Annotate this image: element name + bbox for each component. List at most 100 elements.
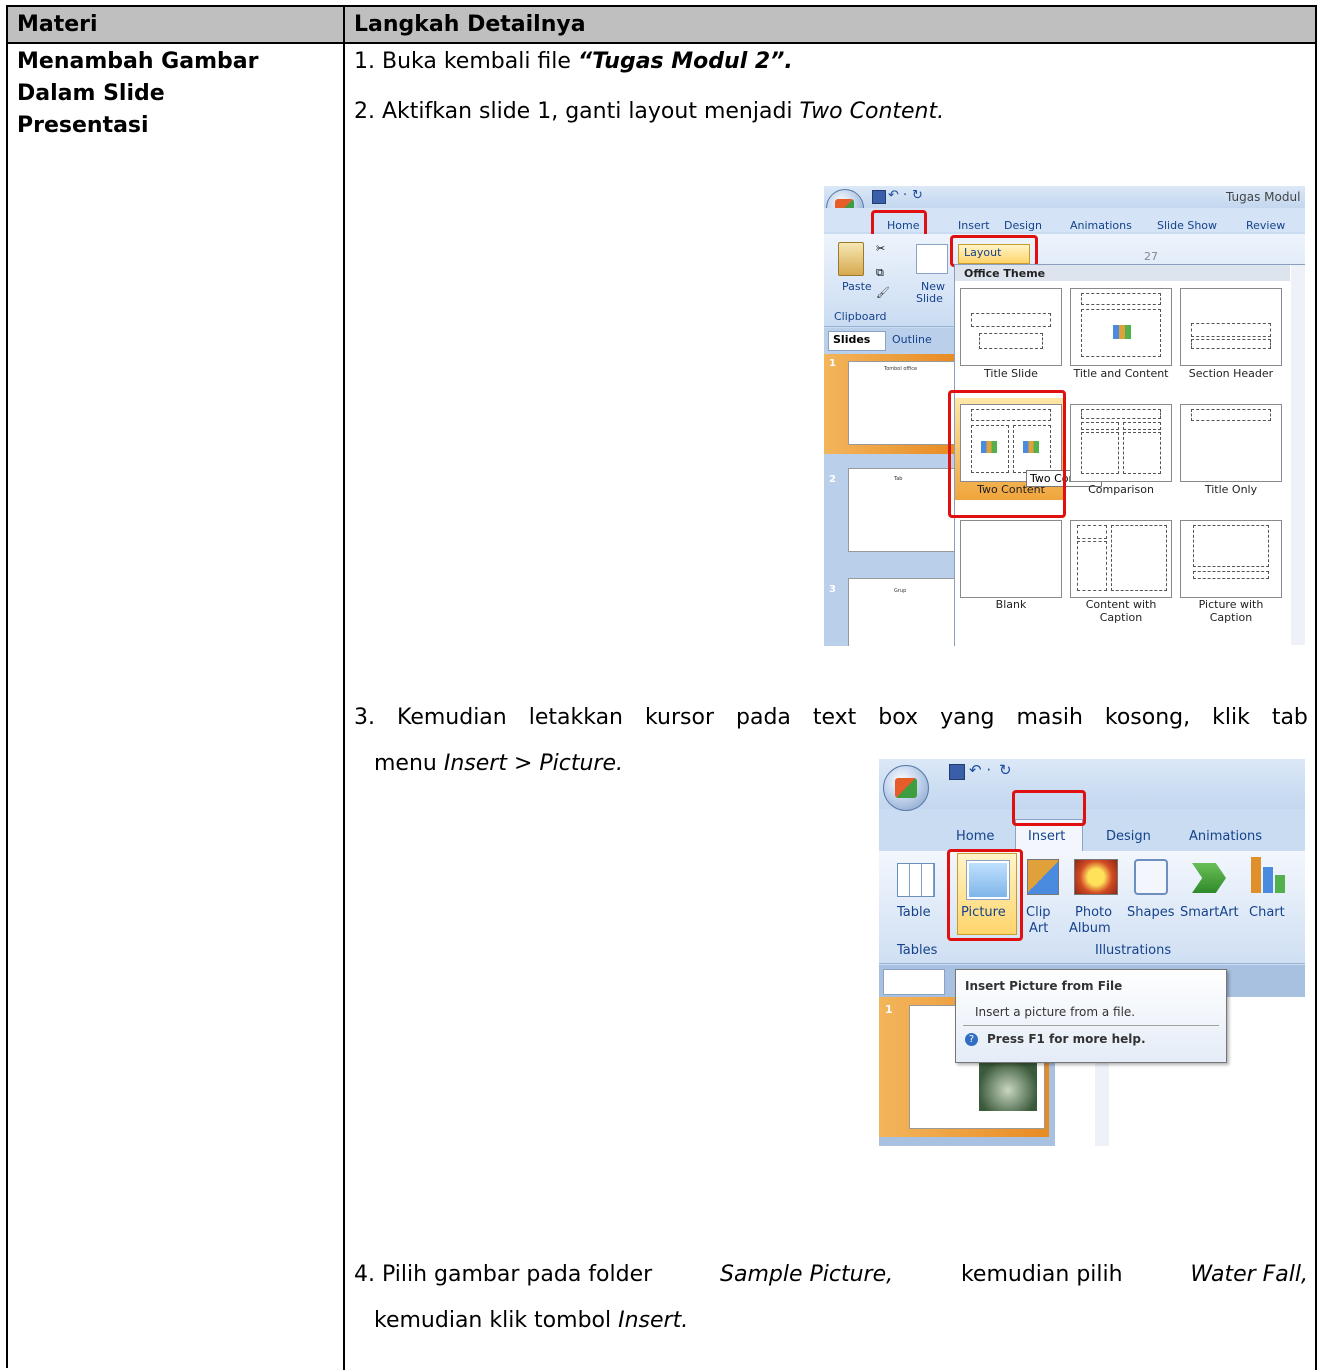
save-icon[interactable] xyxy=(949,764,965,780)
tab-insert[interactable]: Insert xyxy=(958,219,990,232)
layout-title-only[interactable] xyxy=(1180,404,1282,482)
slide-1-thumbnail[interactable] xyxy=(848,361,956,445)
label-section-header[interactable]: Section Header xyxy=(1176,367,1286,380)
new-slide-label-2[interactable]: Slide xyxy=(916,292,943,305)
waterfall-thumbnail-image xyxy=(979,1059,1037,1111)
save-icon[interactable] xyxy=(872,190,886,204)
step-4-button: Insert. xyxy=(618,1308,689,1333)
slide-number-1: 1 xyxy=(829,358,836,369)
layout-content-with-caption[interactable] xyxy=(1070,520,1172,598)
redo-icon[interactable]: ↻ xyxy=(999,761,1012,779)
new-slide-icon[interactable] xyxy=(916,244,948,274)
label-blank[interactable]: Blank xyxy=(956,598,1066,611)
redo-icon[interactable]: ↻ xyxy=(912,188,923,203)
layout-comparison[interactable] xyxy=(1070,404,1172,482)
screenshot-layout-gallery: ↶ · ↻ Tugas Modul 2 Home Insert Design A… xyxy=(824,186,1305,646)
step-4-line-1: 4. Pilih gambar pada folder Sample Pictu… xyxy=(354,1260,1308,1290)
clipboard-group-label: Clipboard xyxy=(834,310,887,323)
step-3-word: yang xyxy=(940,705,995,730)
label-picture-with-caption[interactable]: Picture with Caption xyxy=(1176,598,1286,624)
format-painter-icon[interactable]: 🖌 xyxy=(876,286,890,299)
clip-art-icon[interactable] xyxy=(1027,859,1059,895)
tab-outline[interactable]: Outline xyxy=(892,333,932,346)
step-3-word: Kemudian xyxy=(396,705,507,730)
tab-review[interactable]: Review xyxy=(1246,219,1285,232)
smartart-label[interactable]: SmartArt xyxy=(1180,905,1239,920)
tab-home[interactable]: Home xyxy=(956,829,994,844)
paste-icon[interactable] xyxy=(838,242,864,276)
tooltip-divider xyxy=(963,1025,1219,1026)
step-3-word: kursor xyxy=(644,705,715,730)
tab-slides[interactable] xyxy=(883,969,945,995)
clip-art-label-1[interactable]: Clip xyxy=(1026,905,1051,920)
layout-section-header[interactable] xyxy=(1180,288,1282,366)
tab-design[interactable]: Design xyxy=(1106,829,1151,844)
chart-label[interactable]: Chart xyxy=(1249,905,1285,920)
highlight-two-content xyxy=(948,390,1066,518)
label-content-with-caption[interactable]: Content with Caption xyxy=(1066,598,1176,624)
clip-art-label-2[interactable]: Art xyxy=(1029,921,1048,936)
slide-number-3: 3 xyxy=(829,584,836,595)
label-comparison[interactable]: Comparison xyxy=(1066,483,1176,496)
layout-title-and-content[interactable] xyxy=(1070,288,1172,366)
step-3-word: text xyxy=(812,705,857,730)
step-4-line-2: kemudian klik tombol Insert. xyxy=(374,1306,688,1336)
office-theme-label: Office Theme xyxy=(964,267,1046,280)
copy-icon[interactable]: ⧉ xyxy=(876,266,884,280)
tooltip-description: Insert a picture from a file. xyxy=(975,1005,1136,1019)
office-button[interactable] xyxy=(883,765,929,811)
step-3-line-2-text: menu xyxy=(374,751,444,776)
title-bar xyxy=(879,759,1305,809)
table-header-row xyxy=(8,7,1317,44)
tooltip-help: Press F1 for more help. xyxy=(987,1032,1146,1046)
slide-number-1: 1 xyxy=(885,1003,893,1016)
chart-icon[interactable] xyxy=(1251,857,1261,893)
step-4-line-2-text: kemudian klik tombol xyxy=(374,1308,619,1333)
slide-1-title: Tombol office xyxy=(884,366,918,372)
label-title-only[interactable]: Title Only xyxy=(1176,483,1286,496)
shapes-icon[interactable] xyxy=(1134,859,1168,895)
photo-album-label-2[interactable]: Album xyxy=(1069,921,1111,936)
layout-blank[interactable] xyxy=(960,520,1062,598)
step-1-text: 1. Buka kembali file xyxy=(354,49,578,74)
photo-album-label-1[interactable]: Photo xyxy=(1075,905,1112,920)
font-size-box[interactable]: 27 xyxy=(1144,250,1158,263)
header-langkah: Langkah Detailnya xyxy=(354,12,586,37)
office-logo-icon xyxy=(895,778,917,798)
layout-title-slide[interactable] xyxy=(960,288,1062,366)
table-label[interactable]: Table xyxy=(897,905,931,920)
highlight-picture-button xyxy=(947,849,1023,941)
step-3-word: letakkan xyxy=(528,705,623,730)
table-icon[interactable] xyxy=(897,863,935,897)
window-title: Tugas Modul 2 xyxy=(1226,190,1305,204)
label-title-and-content[interactable]: Title and Content xyxy=(1066,367,1176,380)
tooltip-title: Insert Picture from File xyxy=(965,979,1123,993)
label-title-slide[interactable]: Title Slide xyxy=(956,367,1066,380)
gallery-scrollbar[interactable] xyxy=(1291,265,1305,645)
tab-design[interactable]: Design xyxy=(1004,219,1042,232)
step-3-line-1: 3. Kemudian letakkan kursor pada text bo… xyxy=(354,703,1308,733)
tab-slide-show[interactable]: Slide Show xyxy=(1157,219,1217,232)
materi-line-3: Presentasi xyxy=(17,113,149,138)
slide-number-2: 2 xyxy=(829,474,836,485)
step-4-text-c: kemudian pilih xyxy=(960,1262,1123,1287)
screenshot-insert-picture: ↶ · ↻ Home Insert Design Animations Tabl… xyxy=(879,759,1305,1146)
content-placeholder-icon xyxy=(1113,325,1131,339)
highlight-layout-button xyxy=(950,235,1038,267)
help-icon: ? xyxy=(965,1033,978,1046)
shapes-label[interactable]: Shapes xyxy=(1127,905,1174,920)
step-3-word: box xyxy=(878,705,919,730)
tab-animations[interactable]: Animations xyxy=(1070,219,1132,232)
tab-animations[interactable]: Animations xyxy=(1189,829,1262,844)
paste-label[interactable]: Paste xyxy=(842,280,872,293)
photo-album-icon[interactable] xyxy=(1074,859,1118,895)
slide-3-title: Grup xyxy=(894,588,907,594)
cut-icon[interactable]: ✂ xyxy=(876,242,885,255)
undo-icon[interactable]: ↶ · xyxy=(888,188,907,203)
tab-insert[interactable]: Insert xyxy=(1028,829,1065,844)
illustrations-group-label: Illustrations xyxy=(1095,943,1172,958)
layout-picture-with-caption[interactable] xyxy=(1180,520,1282,598)
undo-icon[interactable]: ↶ · xyxy=(969,761,991,779)
tab-slides-label[interactable]: Slides xyxy=(833,333,870,346)
highlight-insert-tab xyxy=(1012,790,1086,826)
